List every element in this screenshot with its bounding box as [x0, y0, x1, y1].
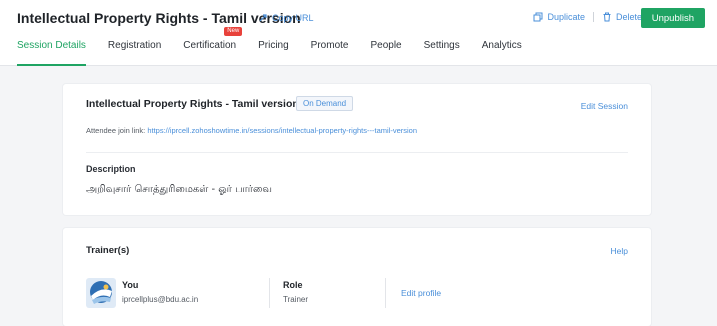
tab-label: Session Details: [17, 40, 86, 51]
tab-label: Certification: [183, 40, 237, 51]
tab-pricing[interactable]: Pricing: [258, 36, 289, 66]
delete-label: Delete: [615, 12, 642, 22]
delete-button[interactable]: Delete: [602, 12, 642, 22]
divider: [385, 278, 386, 308]
join-link-url[interactable]: https://iprcell.zohoshowtime.in/sessions…: [147, 126, 417, 135]
join-link-row: Attendee join link: https://iprcell.zoho…: [86, 126, 417, 135]
trainers-heading: Trainer(s): [86, 245, 130, 256]
divider: [86, 152, 628, 153]
description-text: அறிவுசார் சொத்துரிமைகள் - ஓர் பார்வை: [86, 184, 272, 195]
tab-bar: Session Details Registration Certificati…: [0, 27, 522, 66]
tab-promote[interactable]: Promote: [311, 36, 349, 66]
duplicate-icon: [533, 12, 543, 22]
divider: [269, 278, 270, 308]
tab-registration[interactable]: Registration: [108, 36, 161, 66]
tab-session-details[interactable]: Session Details: [17, 36, 86, 66]
divider: [592, 12, 594, 22]
tab-label: Analytics: [481, 40, 522, 51]
tab-label: Pricing: [258, 40, 289, 51]
tab-analytics[interactable]: Analytics: [482, 36, 522, 66]
new-badge: New: [224, 27, 243, 36]
tab-label: Settings: [423, 40, 460, 51]
top-bar: Intellectual Property Rights - Tamil ver…: [0, 0, 717, 66]
tab-certification[interactable]: Certification New: [183, 27, 243, 66]
edit-profile-link[interactable]: Edit profile: [401, 288, 441, 298]
tab-label: Registration: [107, 40, 162, 51]
copy-url-label: Copy URL: [272, 13, 314, 23]
tab-label: Promote: [310, 40, 349, 51]
header-actions: Duplicate Delete: [533, 12, 642, 22]
trainer-email: iprcellplus@bdu.ac.in: [122, 295, 199, 304]
trash-icon: [603, 12, 611, 22]
help-link[interactable]: Help: [611, 246, 628, 256]
duplicate-button[interactable]: Duplicate: [533, 12, 585, 22]
unpublish-button[interactable]: Unpublish: [640, 8, 705, 28]
role-label: Role: [283, 280, 303, 290]
session-card: Intellectual Property Rights - Tamil ver…: [63, 84, 651, 215]
trainer-name: You: [122, 280, 139, 290]
role-value: Trainer: [283, 295, 309, 304]
avatar: [86, 278, 116, 308]
join-link-label: Attendee join link:: [86, 126, 146, 135]
description-label: Description: [86, 164, 136, 174]
copy-url-link[interactable]: Copy URL: [258, 13, 314, 23]
trainers-card: Trainer(s) Help You iprcellplus@bdu.ac.i…: [63, 228, 651, 326]
status-badge: On Demand: [296, 96, 354, 111]
duplicate-label: Duplicate: [547, 12, 585, 22]
edit-session-link[interactable]: Edit Session: [581, 101, 628, 111]
tab-settings[interactable]: Settings: [424, 36, 460, 66]
tab-label: People: [370, 40, 402, 51]
tab-people[interactable]: People: [370, 36, 401, 66]
avatar-image: [86, 278, 116, 308]
link-icon: [259, 14, 267, 22]
session-title: Intellectual Property Rights - Tamil ver…: [86, 98, 299, 110]
